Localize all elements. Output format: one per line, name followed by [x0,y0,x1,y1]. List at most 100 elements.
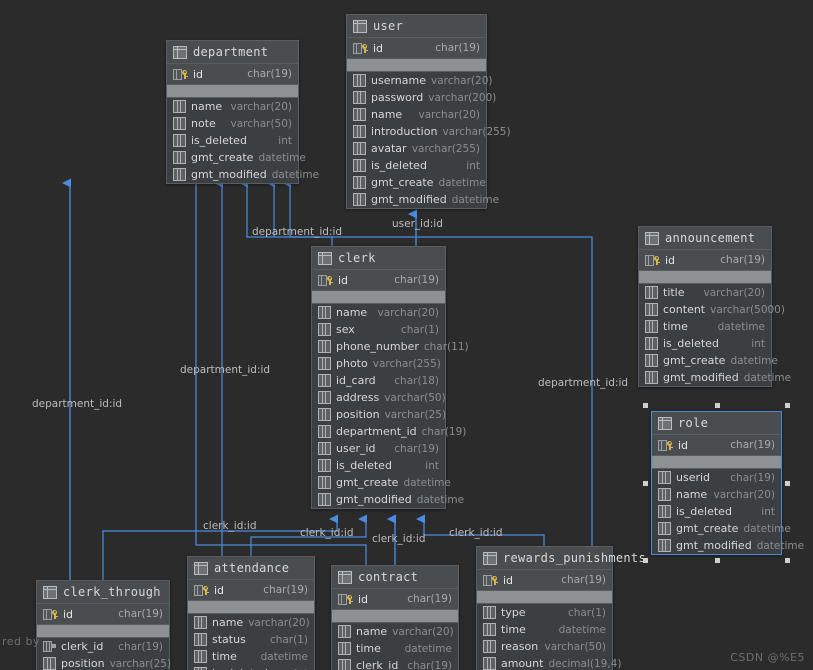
column-row[interactable]: name varchar(20) [312,304,445,321]
table-node-user[interactable]: user id char(19) username varchar(20) passwor… [346,14,511,209]
table-header[interactable]: user [347,15,486,38]
primary-key-row[interactable]: id char(19) [639,250,771,271]
column-row[interactable]: content varchar(5000) [639,301,785,318]
column-name: user_id [336,442,376,455]
column-row[interactable]: gmt_modified datetime [312,491,464,508]
column-name: gmt_create [336,476,399,489]
column-row[interactable]: time datetime [477,621,612,638]
resize-handle[interactable] [785,558,790,563]
column-row[interactable]: phone_number char(11) [312,338,469,355]
column-type: char(18) [394,374,439,387]
table-header[interactable]: role [652,412,781,435]
column-row[interactable]: is_deletedint [652,503,781,520]
primary-key-row[interactable]: id char(19) [347,38,486,59]
column-row[interactable]: name varchar(20) [347,106,486,123]
column-row[interactable]: username varchar(20) [347,72,492,89]
column-row[interactable]: is_deletedint [639,335,771,352]
primary-key-icon [658,439,673,451]
table-node-rewards_punishments[interactable]: rewards_punishments id char(19) type char(1)… [476,546,646,670]
resize-handle[interactable] [714,558,720,563]
column-row[interactable]: title varchar(20) [639,284,771,301]
column-row[interactable]: avatar varchar(255) [347,140,486,157]
table-node-announcement[interactable]: announcement id char(19) title varchar(20) co… [638,226,791,387]
table-node-clerk[interactable]: clerk id char(19) name varchar(20) sex char(1)… [311,246,469,509]
column-row[interactable]: name varchar(20) [188,614,314,631]
resize-handle[interactable] [643,558,648,563]
primary-key-row[interactable]: id char(19) [312,270,445,291]
column-row[interactable]: userid char(19) [652,469,781,486]
column-row[interactable]: time datetime [639,318,771,335]
primary-key-row[interactable]: id char(19) [332,589,458,610]
column-row[interactable]: password varchar(200) [347,89,496,106]
column-row[interactable]: is_deletedint [347,157,486,174]
table-header[interactable]: announcement [639,227,771,250]
column-icon [645,371,658,384]
column-row[interactable]: amount decimal(19,4) [477,655,621,670]
column-row[interactable]: time datetime [332,640,458,657]
primary-key-row[interactable]: id char(19) [188,580,314,601]
table-node-contract[interactable]: contract id char(19) name varchar(20) time dat… [331,565,459,670]
section-divider [167,85,298,98]
table-node-role[interactable]: role id char(19) userid char(19) name varchar(… [651,411,804,555]
column-row[interactable]: clerk_id char(19) [37,638,169,655]
column-row[interactable]: introduction varchar(255) [347,123,511,140]
column-row[interactable]: type char(1) [477,604,612,621]
column-icon [353,91,366,104]
column-row[interactable]: gmt_create datetime [347,174,486,191]
primary-key-icon [173,68,188,80]
column-row[interactable]: id_card char(18) [312,372,445,389]
column-row[interactable]: gmt_create datetime [652,520,791,537]
column-row[interactable]: gmt_modified datetime [652,537,804,554]
column-row[interactable]: position varchar(25) [37,655,171,670]
primary-key-row[interactable]: id char(19) [652,435,781,456]
resize-handle[interactable] [714,403,720,408]
column-row[interactable]: sex char(1) [312,321,445,338]
resize-handle[interactable] [643,481,648,486]
resize-handle[interactable] [785,403,790,408]
table-header[interactable]: contract [332,566,458,589]
column-row[interactable]: gmt_create datetime [312,474,451,491]
column-row[interactable]: name varchar(20) [332,623,458,640]
column-row[interactable]: user_id char(19) [312,440,445,457]
column-name: name [191,100,223,113]
column-row[interactable]: department_id char(19) [312,423,466,440]
table-header[interactable]: clerk_through [37,581,169,604]
column-name: id [193,67,204,81]
primary-key-row[interactable]: id char(19) [37,604,169,625]
table-header[interactable]: rewards_punishments [477,547,646,570]
primary-key-row[interactable]: id char(19) [477,570,612,591]
table-header[interactable]: clerk [312,247,445,270]
column-row[interactable]: is_deletedint [188,665,314,670]
er-diagram-canvas[interactable]: department_id:id user_id:id department_id:… [0,0,813,670]
relationship-label: clerk_id:id [449,527,503,539]
column-row[interactable]: name varchar(20) [167,98,298,115]
column-row[interactable]: gmt_modified datetime [639,369,791,386]
table-node-clerk_through[interactable]: clerk_through id char(19) clerk_id char(19) p… [36,580,171,670]
watermark-bottom-left: red by [2,635,41,648]
column-row[interactable]: name varchar(20) [652,486,781,503]
column-row[interactable]: gmt_modified datetime [167,166,319,183]
column-row[interactable]: position varchar(25) [312,406,446,423]
table-header[interactable]: department [167,41,298,64]
column-row[interactable]: is_deletedint [167,132,298,149]
column-icon [194,633,207,646]
column-row[interactable]: gmt_modified datetime [347,191,499,208]
column-row[interactable]: gmt_create datetime [167,149,306,166]
resize-handle[interactable] [785,481,790,486]
column-row[interactable]: address varchar(50) [312,389,446,406]
column-row[interactable]: time datetime [188,648,314,665]
table-header[interactable]: attendance [188,557,314,580]
column-row[interactable]: reason varchar(50) [477,638,612,655]
column-row[interactable]: clerk_id char(19) [332,657,458,670]
primary-key-row[interactable]: id char(19) [167,64,298,85]
resize-handle[interactable] [643,403,648,408]
column-row[interactable]: status char(1) [188,631,314,648]
primary-key-icon [483,574,498,586]
column-row[interactable]: gmt_create datetime [639,352,778,369]
table-node-attendance[interactable]: attendance id char(19) name varchar(20) statu… [187,556,315,670]
column-row[interactable]: note varchar(50) [167,115,298,132]
column-row[interactable]: photo varchar(255) [312,355,445,372]
column-name: name [371,108,403,121]
column-row[interactable]: is_deletedint [312,457,445,474]
table-node-department[interactable]: department id char(19) name varchar(20) note v… [166,40,319,184]
